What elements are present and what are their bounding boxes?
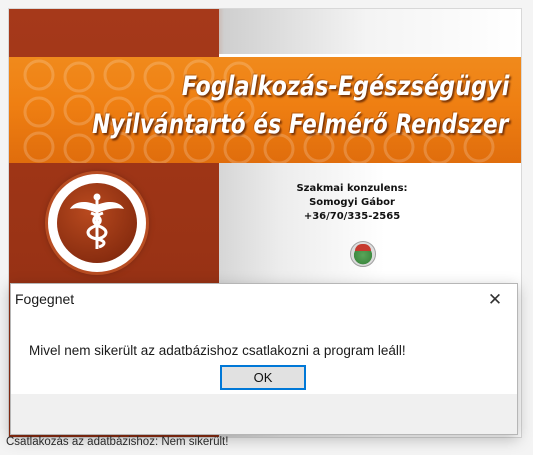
- app-title-line2: Nyilvántartó és Felmérő Rendszer: [92, 109, 509, 140]
- splash-banner: Foglalkozás-Egészségügyi Nyilvántartó és…: [9, 57, 521, 163]
- logo-emblem: [57, 183, 137, 263]
- dialog-message: Mivel nem sikerült az adatbázishoz csatl…: [29, 343, 406, 358]
- consultant-info: Szakmai konzulens: Somogyi Gábor +36/70/…: [252, 182, 452, 224]
- ok-button[interactable]: OK: [220, 365, 306, 390]
- dialog-titlebar[interactable]: Fogegnet ✕: [11, 284, 517, 316]
- message-dialog: Fogegnet ✕ Mivel nem sikerült az adatbáz…: [10, 283, 518, 435]
- app-title-line1: Foglalkozás-Egészségügyi: [181, 71, 509, 102]
- consultant-name: Somogyi Gábor: [309, 197, 395, 208]
- consultant-phone: +36/70/335-2565: [303, 211, 401, 222]
- app-logo: [48, 174, 146, 272]
- consultant-label: Szakmai konzulens:: [296, 183, 408, 194]
- seal-top-band: [355, 244, 371, 251]
- connection-status-text: Csatlakozás az adatbázishoz: Nem sikerül…: [6, 436, 229, 448]
- dialog-title: Fogegnet: [15, 291, 75, 307]
- caduceus-icon: [70, 193, 124, 249]
- close-icon[interactable]: ✕: [473, 284, 517, 316]
- seal-icon: [350, 241, 376, 267]
- dialog-footer: [11, 394, 517, 434]
